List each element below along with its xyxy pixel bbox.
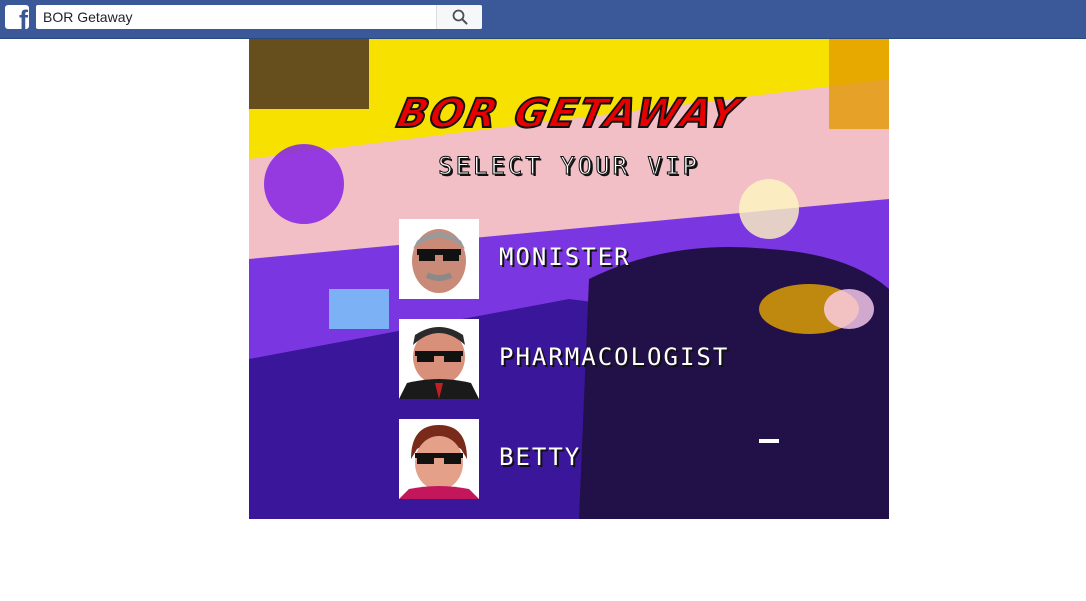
search-icon (452, 9, 468, 25)
avatar (399, 419, 479, 499)
search-input[interactable] (36, 5, 436, 29)
avatar (399, 319, 479, 399)
search-box (36, 5, 482, 29)
search-button[interactable] (436, 5, 482, 29)
vip-name: MONISTER (499, 243, 631, 271)
top-navigation-bar: f (0, 0, 1086, 39)
game-canvas[interactable]: BOR GETAWAY SELECT YOUR VIP MONISTER PHA… (249, 39, 889, 519)
vip-name: BETTY (499, 443, 582, 471)
game-title: BOR GETAWAY (392, 90, 746, 138)
vip-name: PHARMACOLOGIST (499, 343, 730, 371)
avatar (399, 219, 479, 299)
game-subtitle: SELECT YOUR VIP (438, 152, 700, 181)
facebook-logo-icon[interactable]: f (5, 5, 29, 29)
